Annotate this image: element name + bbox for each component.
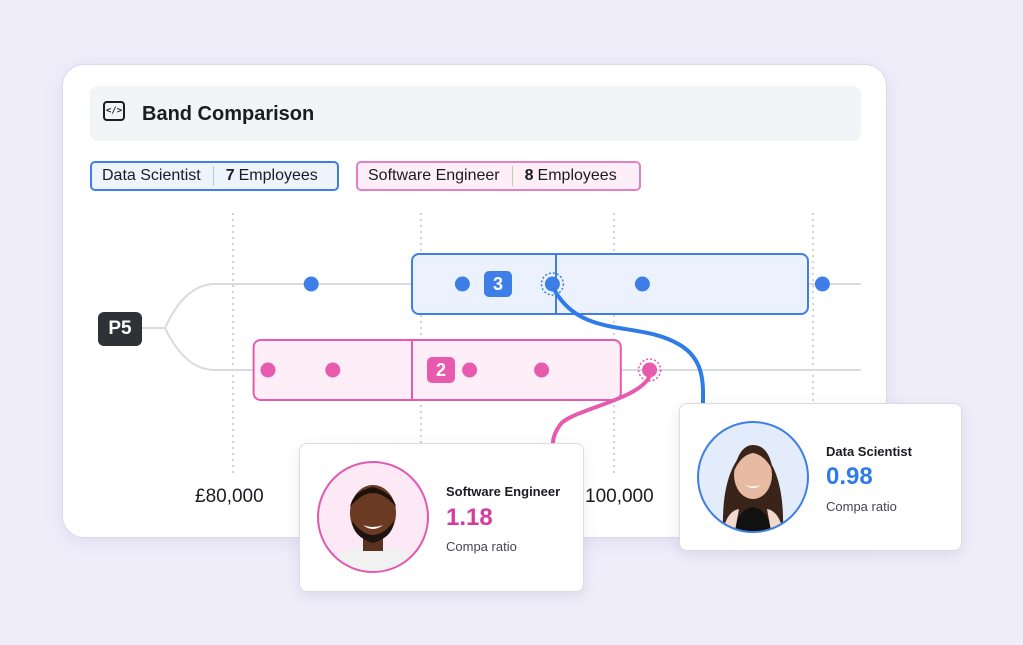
avatar: [697, 421, 809, 533]
employee-point-data-scientist: [454, 276, 470, 292]
x-tick-label: 100,000: [585, 486, 654, 507]
compa-ratio-label: Compa ratio: [826, 499, 897, 514]
compa-ratio-label: Compa ratio: [446, 539, 517, 554]
employee-point-software-engineer: [462, 362, 478, 378]
compa-ratio-value: 0.98: [826, 463, 873, 490]
employee-card-software-engineer[interactable]: Software Engineer 1.18 Compa ratio: [299, 443, 584, 592]
card-role: Data Scientist: [826, 444, 912, 459]
employee-point-data-scientist: [544, 276, 560, 292]
employee-point-data-scientist: [634, 276, 650, 292]
cluster-count-badge-data-scientist[interactable]: 3: [484, 271, 512, 297]
avatar: [317, 461, 429, 573]
cluster-count-badge-software-engineer[interactable]: 2: [427, 357, 455, 383]
employee-point-software-engineer: [260, 362, 276, 378]
employee-point-software-engineer: [325, 362, 341, 378]
level-badge: P5: [98, 312, 142, 346]
x-tick-label: £80,000: [195, 486, 264, 507]
employee-point-data-scientist: [303, 276, 319, 292]
card-role: Software Engineer: [446, 484, 561, 499]
compa-ratio-value: 1.18: [446, 504, 493, 531]
employee-point-software-engineer: [534, 362, 550, 378]
employee-point-data-scientist: [814, 276, 830, 292]
employee-card-data-scientist[interactable]: Data Scientist 0.98 Compa ratio: [679, 403, 962, 551]
band-data-scientist: [411, 253, 809, 315]
